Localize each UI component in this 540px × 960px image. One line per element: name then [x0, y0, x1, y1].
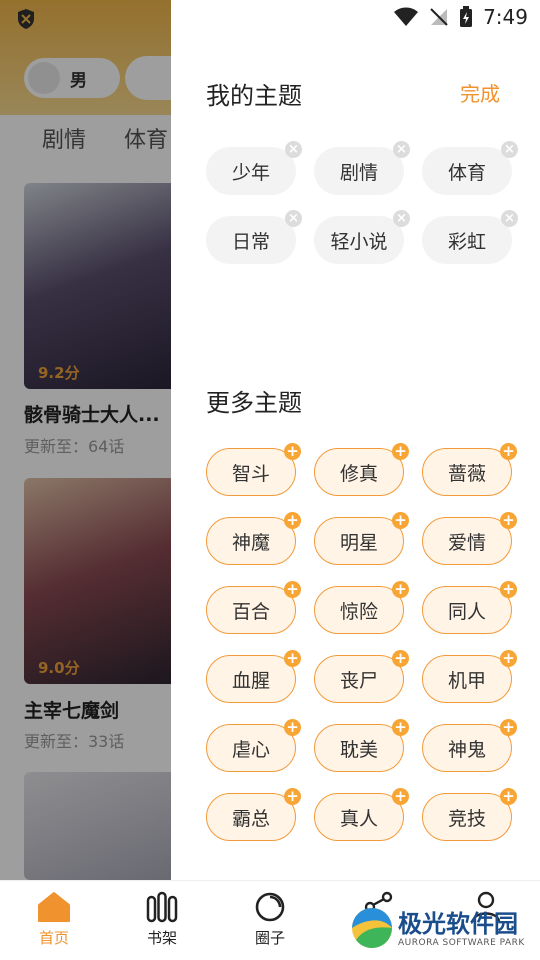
- more-theme-tag[interactable]: 明星 +: [314, 512, 409, 565]
- add-icon[interactable]: +: [392, 650, 409, 667]
- battery-charging-icon: [460, 6, 473, 27]
- tag-label: 虐心: [231, 738, 270, 761]
- bookshelf-icon: [146, 891, 178, 923]
- add-icon[interactable]: +: [392, 581, 409, 598]
- more-theme-tag[interactable]: 真人 +: [314, 788, 409, 841]
- add-icon[interactable]: +: [500, 650, 517, 667]
- remove-icon[interactable]: ×: [501, 141, 518, 158]
- add-icon[interactable]: +: [284, 788, 301, 805]
- circle-icon: [255, 892, 285, 922]
- add-icon[interactable]: +: [500, 443, 517, 460]
- more-theme-tag[interactable]: 竞技 +: [422, 788, 517, 841]
- my-theme-tag[interactable]: 体育 ×: [422, 141, 518, 195]
- watermark-subtitle: AURORA SOFTWARE PARK: [398, 938, 525, 948]
- tag-label: 体育: [447, 161, 486, 184]
- more-theme-tag[interactable]: 机甲 +: [422, 650, 517, 703]
- add-icon[interactable]: +: [284, 650, 301, 667]
- more-theme-tag[interactable]: 智斗 +: [206, 443, 301, 496]
- add-icon[interactable]: +: [392, 719, 409, 736]
- tag-label: 真人: [339, 807, 378, 830]
- status-bar: 7:49: [171, 0, 540, 36]
- tag-label: 同人: [447, 600, 486, 623]
- more-theme-tag[interactable]: 修真 +: [314, 443, 409, 496]
- watermark: 极光软件园 AURORA SOFTWARE PARK: [348, 892, 540, 958]
- more-theme-tag[interactable]: 耽美 +: [314, 719, 409, 772]
- add-icon[interactable]: +: [500, 512, 517, 529]
- tag-label: 神鬼: [447, 738, 486, 761]
- tag-label: 彩虹: [447, 230, 486, 253]
- more-theme-tag[interactable]: 百合 +: [206, 581, 301, 634]
- tag-label: 明星: [339, 531, 378, 554]
- remove-icon[interactable]: ×: [393, 141, 410, 158]
- add-icon[interactable]: +: [500, 788, 517, 805]
- my-theme-tag[interactable]: 剧情 ×: [314, 141, 410, 195]
- add-icon[interactable]: +: [500, 719, 517, 736]
- add-icon[interactable]: +: [392, 443, 409, 460]
- more-theme-tag[interactable]: 蔷薇 +: [422, 443, 517, 496]
- tag-label: 血腥: [231, 669, 270, 692]
- more-theme-tag[interactable]: 虐心 +: [206, 719, 301, 772]
- no-signal-icon: [430, 8, 448, 26]
- tag-label: 爱情: [447, 531, 486, 554]
- more-theme-tag[interactable]: 丧尸 +: [314, 650, 409, 703]
- my-theme-tag[interactable]: 彩虹 ×: [422, 210, 518, 264]
- more-theme-tag[interactable]: 同人 +: [422, 581, 517, 634]
- more-theme-tag[interactable]: 神魔 +: [206, 512, 301, 565]
- remove-icon[interactable]: ×: [393, 210, 410, 227]
- add-icon[interactable]: +: [392, 512, 409, 529]
- tag-label: 霸总: [231, 807, 270, 830]
- tag-label: 智斗: [231, 462, 270, 485]
- watermark-name: 极光软件园: [398, 910, 518, 938]
- tag-label: 轻小说: [330, 230, 388, 253]
- add-icon[interactable]: +: [392, 788, 409, 805]
- home-icon: [38, 892, 70, 922]
- tag-label: 日常: [231, 230, 270, 253]
- tag-label: 少年: [231, 161, 270, 184]
- more-theme-tag[interactable]: 惊险 +: [314, 581, 409, 634]
- tag-label: 丧尸: [339, 669, 378, 692]
- remove-icon[interactable]: ×: [285, 210, 302, 227]
- tag-label: 蔷薇: [447, 462, 486, 485]
- tag-label: 惊险: [339, 600, 378, 623]
- tab-circle[interactable]: 圈子: [235, 891, 305, 948]
- theme-drawer: 7:49 我的主题 完成 少年 × 剧情 × 体育 × 日常 × 轻小说 × 彩虹 × 更多主题 智斗…: [171, 0, 540, 880]
- tab-circle-label: 圈子: [254, 929, 285, 947]
- add-icon[interactable]: +: [284, 581, 301, 598]
- tab-home-label: 首页: [38, 929, 69, 947]
- tag-label: 剧情: [339, 161, 378, 184]
- tab-bookshelf[interactable]: 书架: [127, 891, 197, 948]
- done-button[interactable]: 完成: [460, 78, 500, 107]
- more-theme-tag[interactable]: 霸总 +: [206, 788, 301, 841]
- tag-label: 修真: [339, 462, 378, 485]
- more-theme-tag[interactable]: 神鬼 +: [422, 719, 517, 772]
- status-time: 7:49: [483, 5, 528, 29]
- tag-label: 机甲: [447, 669, 486, 692]
- tab-bookshelf-label: 书架: [146, 929, 177, 947]
- more-theme-tag[interactable]: 血腥 +: [206, 650, 301, 703]
- add-icon[interactable]: +: [500, 581, 517, 598]
- remove-icon[interactable]: ×: [285, 141, 302, 158]
- wifi-icon: [394, 7, 419, 26]
- add-icon[interactable]: +: [284, 512, 301, 529]
- add-icon[interactable]: +: [284, 443, 301, 460]
- my-theme-tag[interactable]: 少年 ×: [206, 141, 302, 195]
- tab-home[interactable]: 首页: [19, 891, 89, 948]
- tag-label: 百合: [231, 600, 270, 623]
- tag-label: 神魔: [231, 531, 270, 554]
- status-icons: 7:49: [393, 5, 528, 29]
- remove-icon[interactable]: ×: [501, 210, 518, 227]
- add-icon[interactable]: +: [284, 719, 301, 736]
- my-themes-title: 我的主题: [206, 82, 302, 110]
- tag-label: 耽美: [339, 738, 378, 761]
- more-themes-title: 更多主题: [206, 389, 302, 417]
- my-theme-tag[interactable]: 轻小说 ×: [314, 210, 410, 264]
- my-theme-tag[interactable]: 日常 ×: [206, 210, 302, 264]
- aurora-logo-icon: [352, 908, 392, 948]
- tag-label: 竞技: [447, 807, 486, 830]
- more-theme-tag[interactable]: 爱情 +: [422, 512, 517, 565]
